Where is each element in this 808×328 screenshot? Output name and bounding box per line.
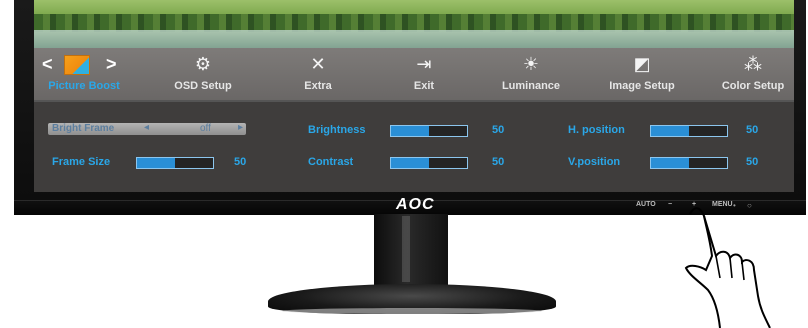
osd-setup-icon: ⚙ <box>194 54 212 74</box>
tab-label: Luminance <box>501 80 561 92</box>
stand-highlight <box>402 216 410 282</box>
v-position-slider[interactable] <box>650 157 728 169</box>
tab-extra[interactable]: ✕ Extra <box>288 50 348 98</box>
frame-size-value: 50 <box>234 156 247 168</box>
bright-frame-value: off <box>200 123 211 134</box>
frame-size-fill <box>137 158 175 168</box>
extra-icon: ✕ <box>310 54 326 74</box>
bright-frame-row[interactable]: Bright Frame ◂ off ▸ <box>48 122 246 135</box>
tab-label: Color Setup <box>721 80 785 92</box>
contrast-value: 50 <box>492 156 505 168</box>
stand-shadow <box>282 308 542 314</box>
tab-picture-boost[interactable]: Picture Boost <box>40 50 128 98</box>
tab-color-setup[interactable]: ⁂ Color Setup <box>712 50 794 98</box>
aoc-logo: AOC <box>396 196 435 213</box>
picture-boost-glyph <box>40 50 128 78</box>
v-position-value: 50 <box>746 156 759 168</box>
brightness-label: Brightness <box>308 124 366 136</box>
brightness-slider[interactable] <box>390 125 468 137</box>
h-position-value: 50 <box>746 124 759 136</box>
frame-size-slider[interactable] <box>136 157 214 169</box>
luminance-icon: ☀ <box>522 54 540 74</box>
tab-luminance[interactable]: ☀ Luminance <box>494 50 568 98</box>
v-position-fill <box>651 158 689 168</box>
brightness-fill <box>391 126 429 136</box>
exit-icon: ⇥ <box>416 54 432 74</box>
contrast-fill <box>391 158 429 168</box>
contrast-label: Contrast <box>308 156 354 168</box>
h-position-fill <box>651 126 689 136</box>
tab-exit[interactable]: ⇥ Exit <box>394 50 454 98</box>
desktop-wallpaper <box>34 0 794 48</box>
h-position-label: H. position <box>568 124 625 136</box>
tab-label: Exit <box>413 80 435 92</box>
monitor-stand-neck <box>374 214 448 288</box>
image-setup-icon: ◩ <box>633 54 651 74</box>
bright-frame-increase-arrow[interactable]: ▸ <box>238 122 243 133</box>
hand-pointer-icon <box>684 207 771 328</box>
tab-label: Extra <box>304 80 332 92</box>
contrast-slider[interactable] <box>390 157 468 169</box>
tab-label: Picture Boost <box>48 80 120 92</box>
tab-osd-setup[interactable]: ⚙ OSD Setup <box>158 50 248 98</box>
bright-frame-decrease-arrow[interactable]: ◂ <box>144 122 149 133</box>
tab-image-setup[interactable]: ◩ Image Setup <box>604 50 680 98</box>
frame-size-label: Frame Size <box>52 156 111 168</box>
auto-button[interactable]: AUTO <box>636 201 656 208</box>
osd-separator <box>34 100 794 102</box>
osd-tab-bar: < > Picture Boost ⚙ OSD Setup ✕ Extra ⇥ … <box>34 48 794 100</box>
wallpaper-water <box>34 30 794 48</box>
h-position-slider[interactable] <box>650 125 728 137</box>
color-setup-icon: ⁂ <box>744 54 762 74</box>
tab-label: OSD Setup <box>174 80 232 92</box>
brightness-value: 50 <box>492 124 505 136</box>
tab-label: Image Setup <box>609 80 675 92</box>
osd-menu: < > Picture Boost ⚙ OSD Setup ✕ Extra ⇥ … <box>34 48 794 192</box>
bright-frame-label: Bright Frame <box>52 123 115 134</box>
v-position-label: V.position <box>568 156 621 168</box>
